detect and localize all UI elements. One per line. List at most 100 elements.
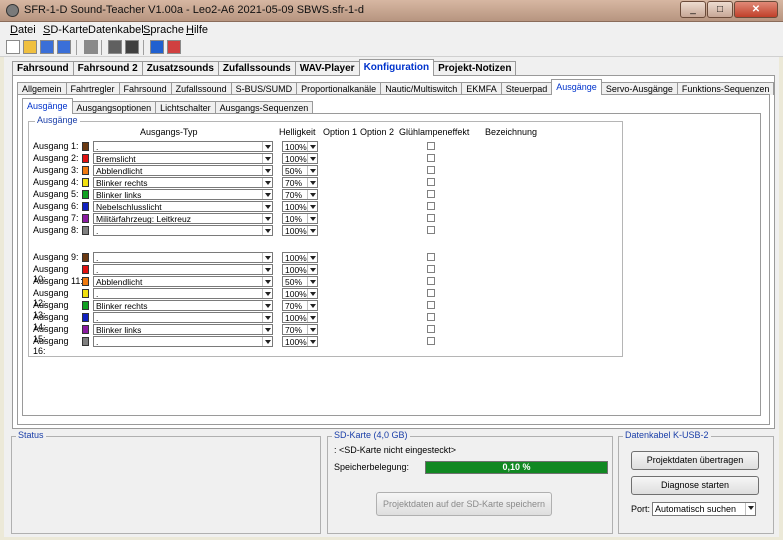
chevron-down-icon[interactable] [307, 325, 317, 334]
chevron-down-icon[interactable] [307, 202, 317, 211]
output-type-select[interactable]: Blinker links [93, 324, 273, 335]
output-type-select[interactable]: Nebelschlusslicht [93, 201, 273, 212]
print-icon[interactable] [84, 40, 98, 54]
brightness-select[interactable]: 100% [282, 141, 318, 152]
glow-effect-checkbox[interactable] [427, 313, 435, 321]
main-tab-2[interactable]: Zusatzsounds [141, 61, 219, 76]
brightness-select[interactable]: 100% [282, 153, 318, 164]
output-type-select[interactable]: Abblendlicht [93, 276, 273, 287]
brightness-select[interactable]: 10% [282, 213, 318, 224]
glow-effect-checkbox[interactable] [427, 226, 435, 234]
main-tab-3[interactable]: Zufallssounds [217, 61, 296, 76]
glow-effect-checkbox[interactable] [427, 337, 435, 345]
menu-item-0[interactable]: Datei [10, 24, 36, 36]
glow-effect-checkbox[interactable] [427, 301, 435, 309]
menu-item-1[interactable]: SD-Karte [43, 24, 88, 36]
brightness-select[interactable]: 70% [282, 324, 318, 335]
brightness-select[interactable]: 70% [282, 189, 318, 200]
output-type-select[interactable]: . [93, 252, 273, 263]
maximize-button[interactable]: □ [707, 1, 733, 18]
glow-effect-checkbox[interactable] [427, 142, 435, 150]
main-tab-5[interactable]: Konfiguration [358, 59, 435, 76]
glow-effect-checkbox[interactable] [427, 277, 435, 285]
brightness-select[interactable]: 100% [282, 336, 318, 347]
output-type-select[interactable]: . [93, 288, 273, 299]
main-tab-6[interactable]: Projekt-Notizen [433, 61, 517, 76]
brightness-select[interactable]: 70% [282, 177, 318, 188]
chevron-down-icon[interactable] [262, 226, 272, 235]
output-type-select[interactable]: . [93, 312, 273, 323]
chevron-down-icon[interactable] [262, 190, 272, 199]
output-type-select[interactable]: Blinker links [93, 189, 273, 200]
chevron-down-icon[interactable] [262, 166, 272, 175]
glow-effect-checkbox[interactable] [427, 325, 435, 333]
chevron-down-icon[interactable] [307, 154, 317, 163]
glow-effect-checkbox[interactable] [427, 265, 435, 273]
glow-effect-checkbox[interactable] [427, 154, 435, 162]
glow-effect-checkbox[interactable] [427, 190, 435, 198]
chevron-down-icon[interactable] [307, 337, 317, 346]
chevron-down-icon[interactable] [307, 289, 317, 298]
cable-icon[interactable] [125, 40, 139, 54]
close-button[interactable]: ✕ [734, 1, 778, 18]
brightness-select[interactable]: 100% [282, 264, 318, 275]
main-tab-0[interactable]: Fahrsound [12, 61, 74, 76]
chevron-down-icon[interactable] [262, 277, 272, 286]
chevron-down-icon[interactable] [307, 190, 317, 199]
glow-effect-checkbox[interactable] [427, 166, 435, 174]
chevron-down-icon[interactable] [307, 142, 317, 151]
chevron-down-icon[interactable] [262, 265, 272, 274]
chevron-down-icon[interactable] [262, 178, 272, 187]
chevron-down-icon[interactable] [745, 503, 755, 515]
chevron-down-icon[interactable] [307, 166, 317, 175]
brightness-select[interactable]: 100% [282, 312, 318, 323]
output-type-select[interactable]: Militärfahrzeug: Leitkreuz [93, 213, 273, 224]
output-type-select[interactable]: Abblendlicht [93, 165, 273, 176]
brightness-select[interactable]: 100% [282, 252, 318, 263]
chevron-down-icon[interactable] [262, 202, 272, 211]
output-type-select[interactable]: . [93, 336, 273, 347]
music-note-icon[interactable] [150, 40, 164, 54]
brightness-select[interactable]: 70% [282, 300, 318, 311]
output-type-select[interactable]: Bremslicht [93, 153, 273, 164]
port-select[interactable]: Automatisch suchen [652, 502, 756, 516]
sd-card-icon[interactable] [108, 40, 122, 54]
main-tab-1[interactable]: Fahrsound 2 [72, 61, 143, 76]
output-type-select[interactable]: . [93, 225, 273, 236]
chevron-down-icon[interactable] [307, 226, 317, 235]
chevron-down-icon[interactable] [262, 142, 272, 151]
chevron-down-icon[interactable] [262, 313, 272, 322]
glow-effect-checkbox[interactable] [427, 178, 435, 186]
output-tab-0[interactable]: Ausgänge [22, 98, 73, 114]
brightness-select[interactable]: 50% [282, 165, 318, 176]
chevron-down-icon[interactable] [262, 214, 272, 223]
menu-item-4[interactable]: Hilfe [186, 24, 208, 36]
chevron-down-icon[interactable] [307, 214, 317, 223]
output-type-select[interactable]: . [93, 141, 273, 152]
transfer-project-button[interactable]: Projektdaten übertragen [631, 451, 759, 470]
open-icon[interactable] [23, 40, 37, 54]
minimize-button[interactable]: _ [680, 1, 706, 18]
save-to-sd-button[interactable]: Projektdaten auf der SD-Karte speichern [376, 492, 552, 516]
chevron-down-icon[interactable] [262, 301, 272, 310]
chevron-down-icon[interactable] [307, 178, 317, 187]
config-tab-9[interactable]: Ausgänge [551, 79, 602, 95]
chevron-down-icon[interactable] [262, 325, 272, 334]
output-type-select[interactable]: Blinker rechts [93, 177, 273, 188]
glow-effect-checkbox[interactable] [427, 214, 435, 222]
glow-effect-checkbox[interactable] [427, 289, 435, 297]
chevron-down-icon[interactable] [262, 154, 272, 163]
brightness-select[interactable]: 100% [282, 201, 318, 212]
save-icon[interactable] [40, 40, 54, 54]
start-diagnose-button[interactable]: Diagnose starten [631, 476, 759, 495]
chevron-down-icon[interactable] [262, 253, 272, 262]
brightness-select[interactable]: 50% [282, 276, 318, 287]
menu-item-2[interactable]: Datenkabel [88, 24, 144, 36]
brightness-select[interactable]: 100% [282, 225, 318, 236]
brightness-select[interactable]: 100% [282, 288, 318, 299]
chevron-down-icon[interactable] [307, 301, 317, 310]
document-icon[interactable] [167, 40, 181, 54]
output-type-select[interactable]: . [93, 264, 273, 275]
chevron-down-icon[interactable] [307, 253, 317, 262]
chevron-down-icon[interactable] [307, 277, 317, 286]
